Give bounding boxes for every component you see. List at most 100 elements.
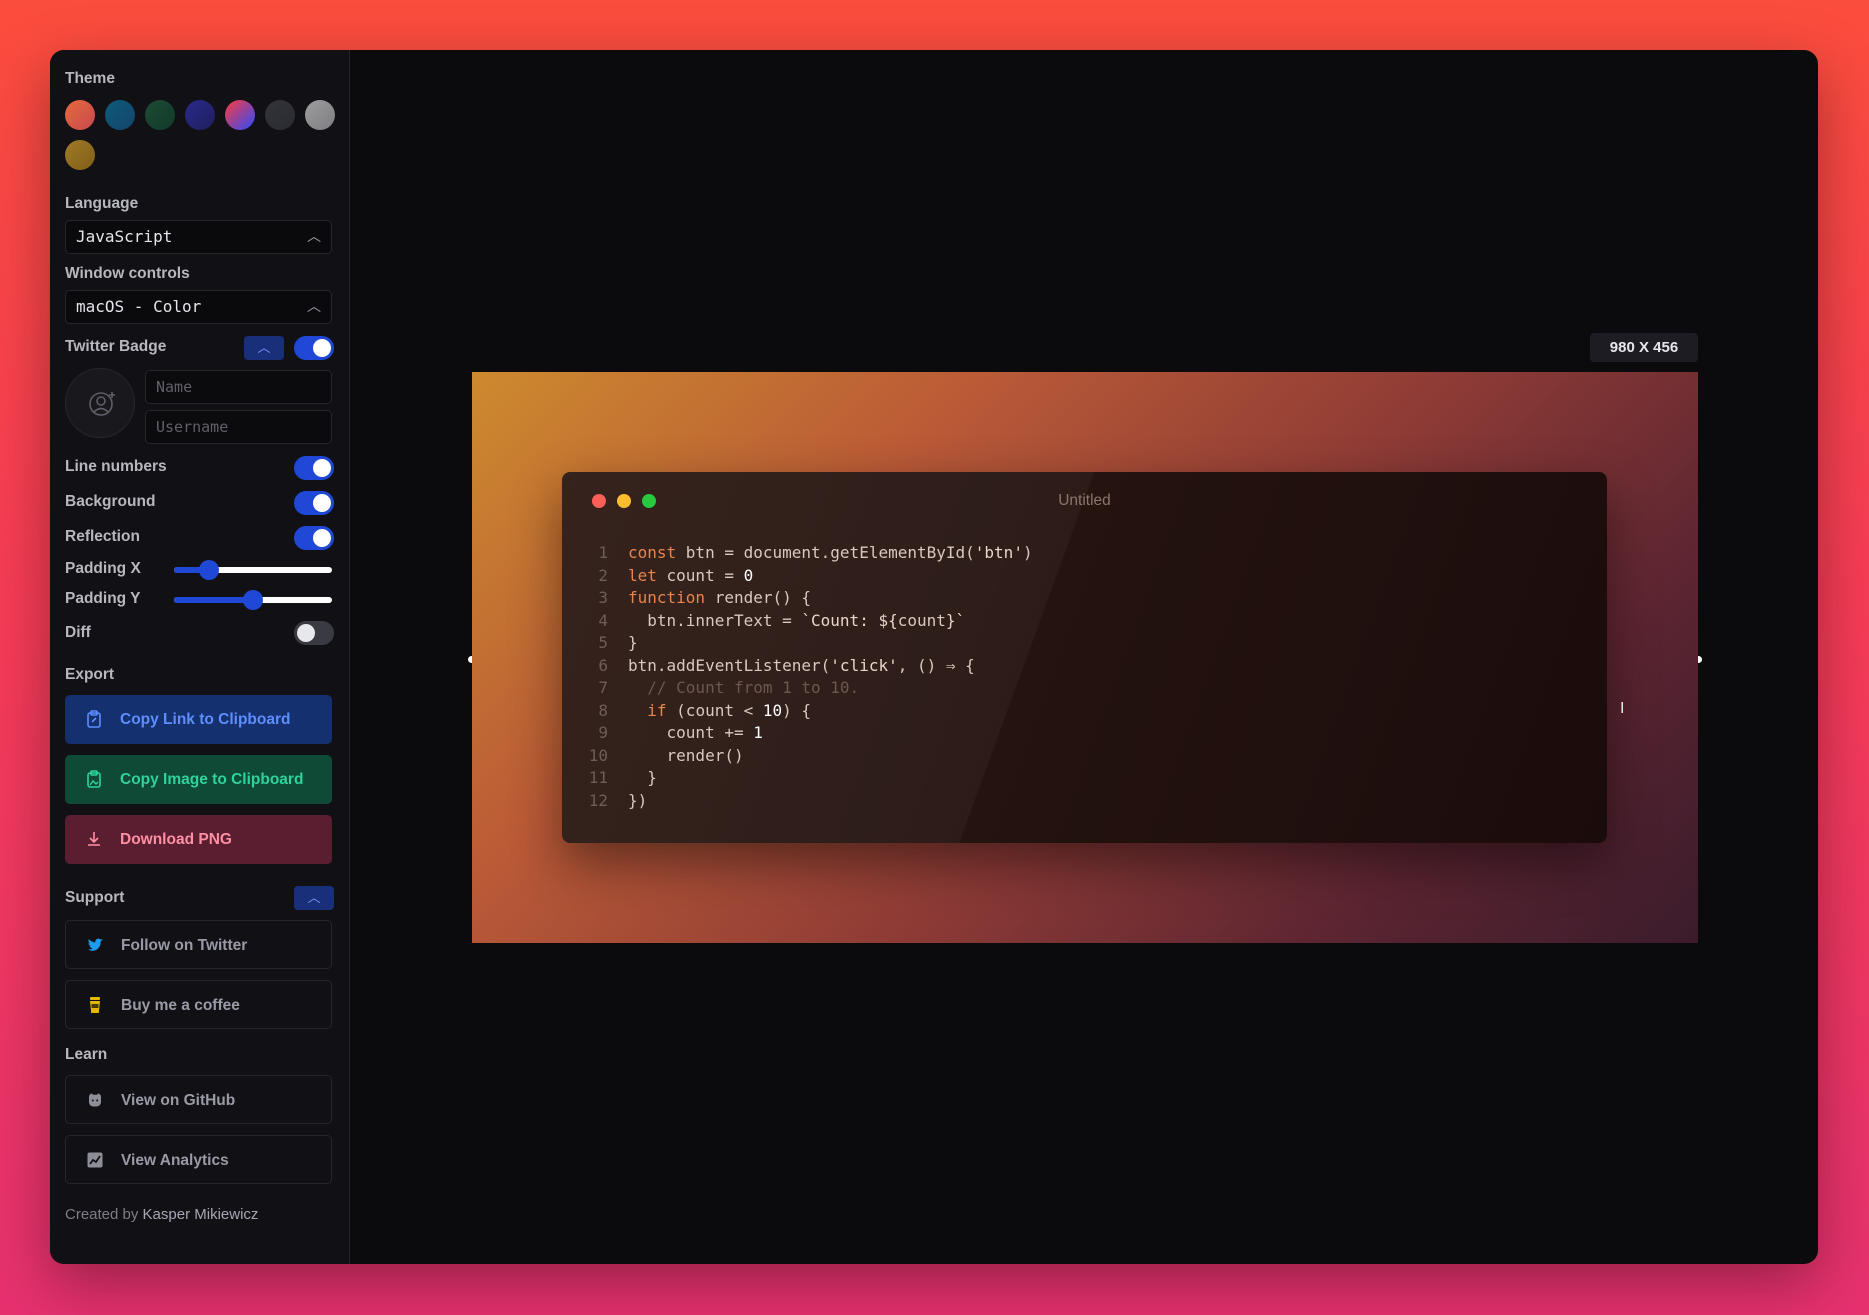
- code-token: btn.innerText =: [628, 610, 802, 630]
- credit-prefix: Created by: [65, 1206, 139, 1223]
- code-token: btn = document.getElementById(: [685, 543, 975, 562]
- theme-swatch-gold[interactable]: [65, 140, 95, 170]
- code-token: 0: [743, 565, 754, 585]
- line-number: 9: [598, 723, 608, 742]
- code-token: 'click': [830, 655, 898, 675]
- learn-label: Learn: [65, 1046, 108, 1063]
- code-token: }): [628, 790, 648, 810]
- code-token: render() {: [714, 588, 812, 607]
- code-line: 12}): [584, 790, 1033, 813]
- code-token: `Count: ${: [801, 610, 898, 630]
- window-title[interactable]: Untitled: [562, 492, 1607, 510]
- theme-swatch-silver[interactable]: [305, 100, 335, 130]
- avatar-upload[interactable]: [65, 368, 135, 438]
- credit-line: Created by Kasper Mikiewicz: [65, 1206, 258, 1223]
- buy-coffee-button[interactable]: Buy me a coffee: [65, 980, 332, 1029]
- code-token: // Count from 1 to 10.: [628, 678, 860, 697]
- download-png-button[interactable]: Download PNG: [65, 815, 332, 864]
- background-toggle[interactable]: [294, 491, 334, 515]
- code-token: 10: [762, 700, 783, 720]
- code-token: count =: [666, 565, 744, 585]
- image-canvas[interactable]: Untitled 1 const btn = document.getElemen…: [472, 372, 1698, 943]
- code-line: 4 btn.innerText = `Count: ${count}`: [584, 610, 1033, 633]
- theme-swatch-ocean[interactable]: [105, 100, 135, 130]
- theme-swatch-forest[interactable]: [145, 100, 175, 130]
- code-line: 2 let count = 0: [584, 565, 1033, 588]
- code-token: }: [628, 633, 638, 652]
- code-token: 1: [753, 723, 763, 742]
- line-number: 5: [598, 633, 608, 652]
- reflection-label: Reflection: [65, 528, 140, 545]
- chevron-up-icon: ︿: [307, 229, 321, 245]
- code-token: ) {: [782, 700, 812, 720]
- line-number: 7: [598, 678, 608, 697]
- username-placeholder: Username: [156, 418, 229, 436]
- code-token: render(): [628, 745, 744, 765]
- code-line: 3 function render() {: [584, 587, 1033, 610]
- twitter-badge-collapse-button[interactable]: ︿: [244, 336, 284, 360]
- download-label: Download PNG: [120, 831, 232, 848]
- view-analytics-button[interactable]: View Analytics: [65, 1135, 332, 1184]
- code-line: 5}: [584, 632, 1033, 655]
- theme-swatch-midnight[interactable]: [185, 100, 215, 130]
- copy-link-button[interactable]: Copy Link to Clipboard: [65, 695, 332, 744]
- credit-author-link[interactable]: Kasper Mikiewicz: [143, 1206, 259, 1223]
- coffee-cup-icon: [90, 997, 100, 1013]
- username-input[interactable]: Username: [145, 410, 332, 444]
- language-value: JavaScript: [76, 227, 173, 246]
- reflection-toggle[interactable]: [294, 526, 334, 550]
- diff-toggle[interactable]: [294, 621, 334, 645]
- twitter-badge-label: Twitter Badge: [65, 338, 167, 355]
- export-label: Export: [65, 666, 115, 683]
- window-controls-select[interactable]: macOS - Color ︿: [65, 290, 332, 324]
- padding-x-slider[interactable]: [174, 560, 332, 580]
- follow-twitter-label: Follow on Twitter: [121, 937, 248, 954]
- line-number: 1: [598, 543, 608, 562]
- line-number: 6: [598, 655, 608, 675]
- padding-x-label: Padding X: [65, 560, 141, 577]
- support-collapse-button[interactable]: ︿: [294, 886, 334, 910]
- follow-twitter-button[interactable]: Follow on Twitter: [65, 920, 332, 969]
- support-label: Support: [65, 889, 125, 906]
- line-number: 12: [588, 790, 608, 810]
- code-token: ): [1022, 543, 1033, 562]
- code-token: btn.addEventListener(: [628, 655, 831, 675]
- chevron-up-icon: ︿: [257, 340, 271, 355]
- code-token: let: [628, 565, 667, 585]
- line-numbers-label: Line numbers: [65, 458, 167, 475]
- copy-image-button[interactable]: Copy Image to Clipboard: [65, 755, 332, 804]
- github-label: View on GitHub: [121, 1092, 236, 1109]
- code-line: 1 const btn = document.getElementById('bt…: [584, 542, 1033, 565]
- padding-y-thumb[interactable]: [243, 590, 263, 610]
- theme-swatch-rainbow[interactable]: [225, 100, 255, 130]
- download-icon: [88, 832, 100, 846]
- chevron-up-icon: ︿: [307, 299, 321, 315]
- diff-label: Diff: [65, 624, 91, 641]
- twitter-badge-toggle[interactable]: [294, 336, 334, 360]
- clipboard-link-icon: [87, 710, 101, 728]
- code-token: }: [628, 768, 657, 787]
- code-editor[interactable]: 1 const btn = document.getElementById('bt…: [584, 542, 1033, 812]
- view-github-button[interactable]: View on GitHub: [65, 1075, 332, 1124]
- copy-link-label: Copy Link to Clipboard: [120, 711, 291, 728]
- line-numbers-toggle[interactable]: [294, 456, 334, 480]
- theme-swatch-slate[interactable]: [265, 100, 295, 130]
- code-line: 8 if (count < 10) {: [584, 700, 1033, 723]
- window-controls-label: Window controls: [65, 265, 190, 282]
- chevron-up-icon: ︿: [307, 890, 321, 905]
- line-number: 10: [588, 745, 608, 765]
- padding-y-slider[interactable]: [174, 590, 332, 610]
- name-input[interactable]: Name: [145, 370, 332, 404]
- padding-x-thumb[interactable]: [198, 560, 219, 580]
- language-select[interactable]: JavaScript ︿: [65, 220, 332, 254]
- copy-image-label: Copy Image to Clipboard: [120, 771, 304, 788]
- line-number: 2: [598, 565, 608, 585]
- theme-swatch-candy[interactable]: [65, 100, 95, 130]
- code-line: 9 count += 1: [584, 722, 1033, 745]
- padding-y-label: Padding Y: [65, 590, 141, 607]
- code-token: const: [628, 543, 686, 562]
- code-window: Untitled 1 const btn = document.getElemen…: [562, 472, 1607, 843]
- twitter-icon: [88, 938, 103, 951]
- code-line: 7 // Count from 1 to 10.: [584, 677, 1033, 700]
- code-token: function: [628, 588, 715, 607]
